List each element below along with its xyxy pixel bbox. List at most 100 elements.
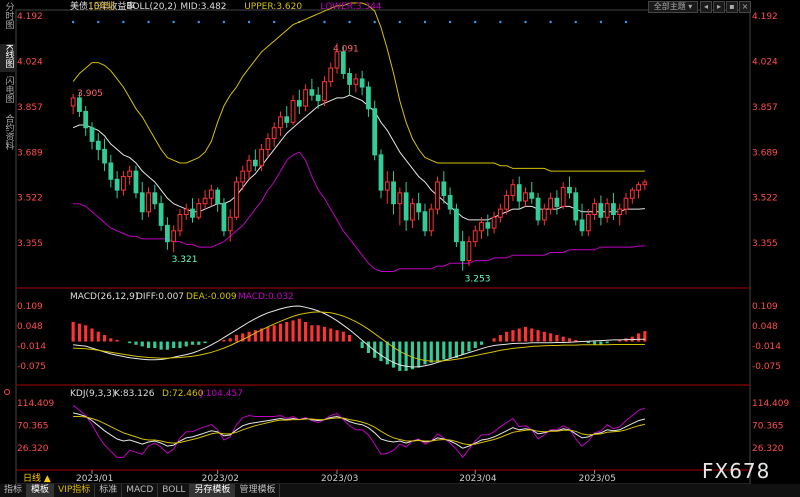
- date-label: 2023/05: [579, 474, 616, 484]
- side-tab-contract[interactable]: 合约资料: [0, 114, 16, 160]
- kdj-axis-right-label: 26.320: [752, 444, 784, 454]
- macd-diff: DIFF:0.007: [136, 292, 184, 302]
- side-tab-flash[interactable]: 闪电图: [0, 76, 16, 110]
- settings-icon: ▪: [729, 2, 735, 11]
- candle-body: [221, 203, 227, 232]
- macd-dea: DEA:-0.009: [186, 292, 237, 302]
- event-marker-dot: [272, 20, 276, 24]
- candle-body: [190, 208, 195, 218]
- kdj-marker-icon: [4, 389, 10, 395]
- candle-body: [642, 181, 648, 186]
- price-axis-right-label: 3.689: [752, 148, 778, 158]
- side-tab-kline[interactable]: K线图: [0, 44, 16, 72]
- candle-body: [152, 192, 158, 205]
- candles: [70, 43, 648, 271]
- candle-body: [121, 176, 126, 191]
- annotation-low1: 3.321: [172, 255, 198, 265]
- candle-body: [146, 192, 151, 213]
- price-axis-left-label: 3.689: [17, 148, 43, 158]
- event-marker-dot: [549, 20, 552, 24]
- date-label: 2023/03: [321, 474, 358, 484]
- price-axis-left-label: 4.192: [17, 12, 43, 22]
- arrow-left-icon: ◂: [703, 2, 708, 11]
- macd-axis-left-label: -0.014: [17, 342, 46, 352]
- candle-body: [573, 192, 579, 221]
- candle-body: [252, 159, 258, 167]
- candle-body: [171, 230, 177, 243]
- side-tab-label: 闪电图: [3, 76, 14, 103]
- bottom-tab[interactable]: BOLL: [158, 484, 191, 497]
- macd-axis-right-label: 0.109: [752, 302, 778, 312]
- settings-button[interactable]: ▪: [726, 1, 738, 13]
- candle-body: [623, 197, 629, 210]
- candle-body: [567, 186, 572, 194]
- macd-dea-line: [73, 311, 645, 362]
- candle-body: [611, 203, 616, 216]
- candle-body: [472, 230, 478, 243]
- price-axis-left-label: 4.024: [17, 58, 43, 68]
- candle-body: [422, 211, 428, 232]
- candle-body: [95, 140, 101, 150]
- candle-body: [340, 51, 346, 74]
- candle-body: [353, 78, 359, 85]
- candle-body: [497, 208, 503, 218]
- next-button[interactable]: ▸: [713, 1, 725, 13]
- boll-upper-value: UPPER:3.620: [244, 2, 302, 12]
- kdj-pane: KDJ(9,3,3)K:83.126 D:72.460J:104.457 114.4…: [4, 389, 789, 459]
- candle-body: [246, 159, 252, 172]
- candle-body: [70, 97, 76, 107]
- candle-body: [177, 214, 183, 232]
- bottom-tab[interactable]: 管理模板: [235, 484, 281, 497]
- candle-body: [560, 186, 566, 207]
- macd-axis-right-label: -0.014: [752, 342, 781, 352]
- event-marker-dot: [71, 20, 75, 24]
- candle-body: [523, 192, 528, 202]
- candle-body: [240, 170, 246, 183]
- theme-dropdown[interactable]: 全部主题 ▾: [648, 1, 698, 13]
- annotation-pre: 3.905: [77, 89, 103, 99]
- candle-body: [510, 184, 516, 197]
- candle-body: [271, 127, 277, 140]
- bottom-tab[interactable]: 模板: [27, 484, 55, 497]
- macd-axis-left-label: -0.075: [17, 362, 46, 372]
- candle-body: [133, 170, 139, 194]
- candle-body: [309, 89, 315, 96]
- candle-body: [466, 241, 472, 262]
- axis-labels: 4.091 3.905 3.321 3.253 4.192 4.192 4.024 4.024…: [17, 0, 778, 484]
- candle-body: [384, 181, 390, 191]
- candle-body: [479, 222, 484, 232]
- close-button[interactable]: ×: [739, 1, 751, 13]
- bottom-tab[interactable]: VIP指标: [54, 484, 96, 497]
- price-axis-right-label: 3.522: [752, 194, 778, 204]
- candle-body: [114, 178, 120, 191]
- candle-body: [366, 86, 371, 110]
- bottom-tab[interactable]: 另存模板: [190, 484, 236, 497]
- candle-body: [535, 197, 541, 221]
- candle-body: [378, 154, 384, 191]
- candle-body: [636, 184, 641, 191]
- side-tab-timeshare[interactable]: 分时图: [0, 2, 16, 44]
- candle-body: [202, 197, 208, 205]
- bottom-tab[interactable]: 标准: [95, 484, 123, 497]
- event-marker-dot: [122, 20, 125, 24]
- candle-body: [629, 189, 635, 199]
- candle-body: [234, 181, 239, 218]
- candle-body: [453, 208, 459, 243]
- candle-body: [548, 197, 554, 210]
- bottom-tab[interactable]: MACD: [122, 484, 159, 497]
- prev-button[interactable]: ◂: [700, 1, 712, 13]
- candle-body: [296, 100, 302, 107]
- event-marker-dot: [624, 20, 628, 24]
- candle-body: [359, 78, 365, 88]
- macd-value: MACD:0.032: [238, 292, 294, 302]
- bottom-tab[interactable]: 指标: [0, 484, 28, 497]
- kdj-name: KDJ(9,3,3): [70, 389, 115, 399]
- candle-body: [83, 110, 89, 129]
- event-marker-dot: [373, 20, 376, 24]
- event-marker-dot: [348, 20, 351, 24]
- bottom-toolbar: 指标 模板 VIP指标 标准 MACD BOLL 另存模板 管理模板: [0, 484, 800, 497]
- side-tab-label: 合约资料: [3, 114, 14, 150]
- theme-label: 全部主题: [653, 2, 686, 11]
- event-marker-dot: [247, 20, 251, 24]
- event-marker-dot: [147, 20, 150, 24]
